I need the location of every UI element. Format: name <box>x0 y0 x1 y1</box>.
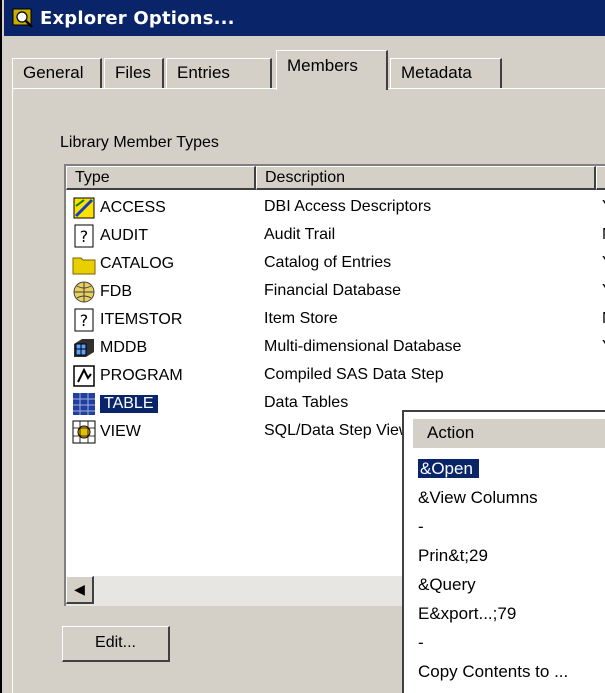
list-item[interactable]: CATALOG Catalog of Entries Y <box>66 250 605 278</box>
access-descriptor-icon <box>73 197 95 219</box>
tab-entries[interactable]: Entries <box>166 58 272 88</box>
cube-icon <box>74 339 94 357</box>
tab-members[interactable]: Members <box>276 50 388 90</box>
action-item-view-columns[interactable]: &View Columns <box>414 483 605 512</box>
tab-files[interactable]: Files <box>104 58 164 88</box>
library-member-types-label: Library Member Types <box>60 134 219 151</box>
list-header: Type Description V <box>66 166 605 192</box>
svg-text:?: ? <box>80 311 89 330</box>
window-title: Explorer Options... <box>40 7 235 29</box>
view-icon <box>72 420 96 444</box>
action-item-export[interactable]: E&xport...;79 <box>414 599 605 628</box>
action-item-separator[interactable]: - <box>414 628 605 657</box>
title-bar[interactable]: Explorer Options... <box>4 0 605 36</box>
column-header-description[interactable]: Description <box>256 166 596 190</box>
action-item-print[interactable]: Prin&t;29 <box>414 541 605 570</box>
svg-text:?: ? <box>80 227 89 246</box>
list-item[interactable]: PROGRAM Compiled SAS Data Step <box>66 362 605 390</box>
tab-metadata[interactable]: Metadata <box>390 58 502 88</box>
dialog-window: Explorer Options... General Files Entrie… <box>0 0 605 693</box>
triangle-left-icon: ◀ <box>74 581 85 598</box>
action-item-query[interactable]: &Query <box>414 570 605 599</box>
action-item-separator[interactable]: - <box>414 512 605 541</box>
actions-column-header[interactable]: Action <box>412 418 605 448</box>
globe-icon <box>73 281 95 303</box>
table-icon <box>73 393 95 415</box>
action-item-copy-contents[interactable]: Copy Contents to ... <box>414 657 605 686</box>
tab-general[interactable]: General <box>12 58 102 88</box>
list-item[interactable]: ? ITEMSTOR Item Store N <box>66 306 605 334</box>
column-header-v[interactable]: V <box>596 166 605 190</box>
actions-list[interactable]: Action &Open &View Columns - Prin&t;29 &… <box>402 410 605 693</box>
list-item[interactable]: ? AUDIT Audit Trail N <box>66 222 605 250</box>
column-header-type[interactable]: Type <box>66 166 256 190</box>
question-mark-icon: ? <box>74 308 94 332</box>
action-item-open[interactable]: &Open <box>414 454 605 483</box>
folder-icon <box>72 257 96 275</box>
scroll-left-button[interactable]: ◀ <box>66 576 94 604</box>
question-mark-icon: ? <box>74 224 94 248</box>
list-item[interactable]: MDDB Multi-dimensional Database Y <box>66 334 605 362</box>
list-item[interactable]: ACCESS DBI Access Descriptors Y <box>66 194 605 222</box>
edit-button[interactable]: Edit... <box>62 626 170 662</box>
program-icon <box>73 365 95 387</box>
list-item[interactable]: FDB Financial Database Y <box>66 278 605 306</box>
explorer-icon <box>12 8 33 28</box>
